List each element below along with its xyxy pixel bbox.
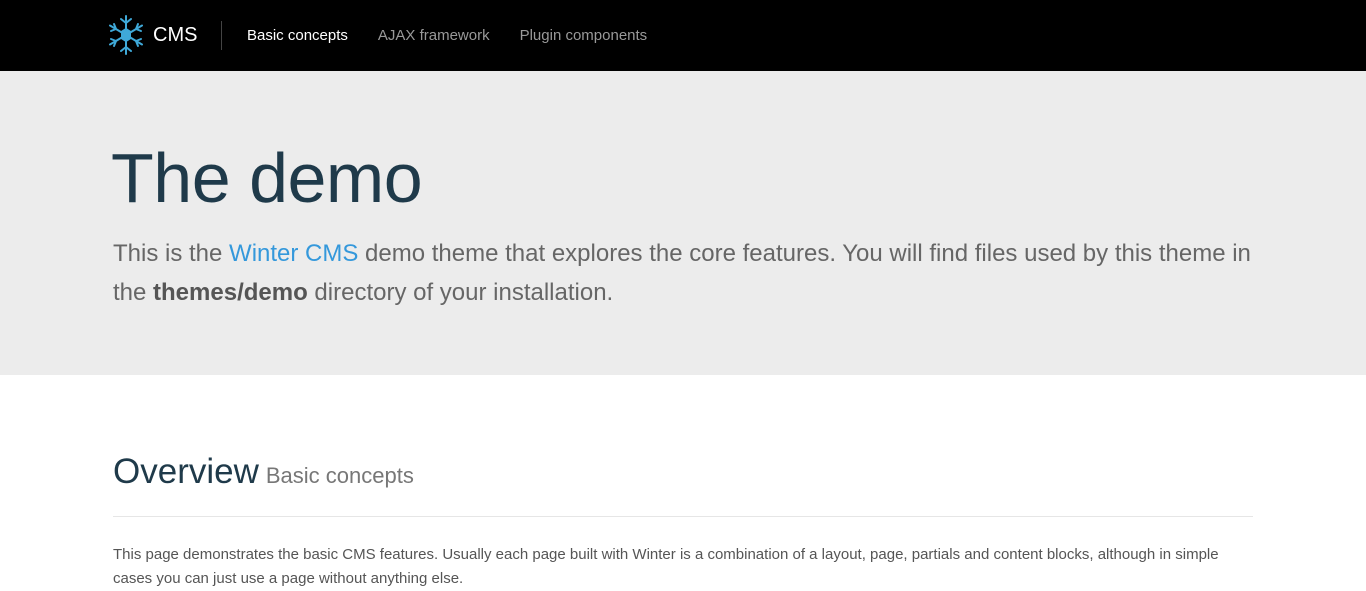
- section-divider: [113, 516, 1253, 517]
- lead-prefix: This is the: [113, 240, 230, 267]
- hero-lead: This is the Winter CMS demo theme that e…: [113, 234, 1253, 312]
- themes-path: themes/demo: [153, 279, 308, 306]
- lead-suffix: directory of your installation.: [307, 279, 614, 306]
- overview-text: This page demonstrates the basic CMS fea…: [113, 546, 1219, 587]
- overview-subtitle: Basic concepts: [265, 463, 414, 488]
- hero-title: The demo: [111, 139, 423, 217]
- nav-link-basic-concepts[interactable]: Basic concepts: [247, 27, 348, 44]
- hero-banner: The demo This is the Winter CMS demo the…: [0, 71, 1366, 375]
- snowflake-icon: [109, 15, 143, 55]
- top-navbar: CMS Basic concepts AJAX framework Plugin…: [0, 0, 1366, 71]
- brand-text: CMS: [153, 23, 198, 46]
- winter-cms-link[interactable]: Winter CMS: [229, 240, 358, 267]
- brand-link[interactable]: CMS: [107, 14, 197, 56]
- nav-link-plugin-components[interactable]: Plugin components: [520, 27, 648, 44]
- nav-link-ajax-framework[interactable]: AJAX framework: [378, 27, 490, 44]
- overview-title: Overview: [113, 452, 259, 491]
- overview-heading: Overview Basic concepts: [113, 452, 414, 492]
- nav-divider: [221, 21, 222, 50]
- main-nav: Basic concepts AJAX framework Plugin com…: [247, 0, 677, 71]
